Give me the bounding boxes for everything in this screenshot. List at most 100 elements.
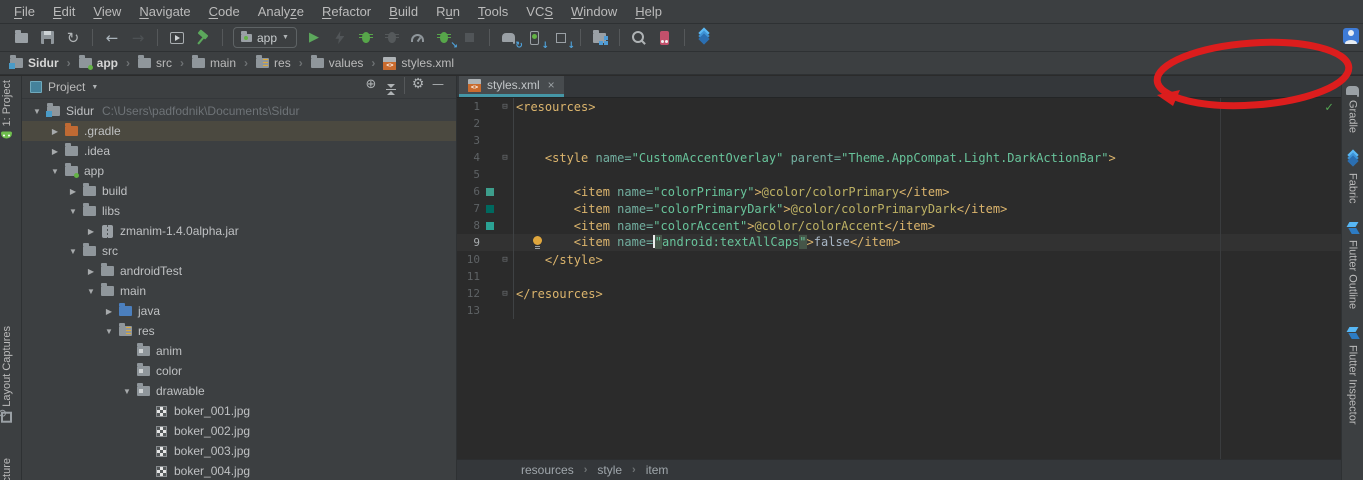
menu-run[interactable]: Run [427,1,469,22]
tool-window-tab-7-structure[interactable]: 7: Structure [1,458,25,480]
chevron-down-icon[interactable]: ▼ [91,84,98,91]
open-button[interactable] [9,27,33,49]
avd-manager-button[interactable]: ↓ [549,27,573,49]
debug-button[interactable] [354,27,378,49]
build-hammer-button[interactable] [191,27,215,49]
breadcrumb-sidur[interactable]: Sidur [10,56,59,70]
code-editor[interactable]: ✓ 1⊟<resources>234⊟ <style name="CustomA… [457,98,1341,459]
sdk-manager-button[interactable]: ↓ [523,27,547,49]
tool-window-tab-gradle[interactable]: Gradle [1346,86,1359,133]
chevron-collapsed-icon[interactable]: ▶ [84,227,98,236]
close-tab-icon[interactable]: × [548,78,555,92]
tool-window-tab-flutter-inspector[interactable]: Flutter Inspector [1347,327,1359,424]
tree-item-boker-003-jpg[interactable]: boker_003.jpg [22,441,456,461]
menu-vcs[interactable]: VCS [517,1,562,22]
project-structure-button[interactable] [588,27,612,49]
tree-item-res[interactable]: ▼res [22,321,456,341]
tree-item--gradle[interactable]: ▶.gradle [22,121,456,141]
tab-styles-xml[interactable]: <> styles.xml × [459,76,564,97]
stop-button[interactable] [458,27,482,49]
chevron-collapsed-icon[interactable]: ▶ [48,127,62,136]
chevron-expanded-icon[interactable]: ▼ [30,107,44,116]
settings-gear-button[interactable]: ⚙ [408,74,428,94]
tree-item-java[interactable]: ▶java [22,301,456,321]
back-button[interactable]: ← [100,27,124,49]
fold-marker-icon[interactable]: ⊟ [497,251,514,268]
menu-tools[interactable]: Tools [469,1,517,22]
tree-item-sidur[interactable]: ▼SidurC:\Users\padfodnik\Documents\Sidur [22,101,456,121]
fabric-button[interactable] [692,27,716,49]
tree-item-anim[interactable]: anim [22,341,456,361]
run-config-window-button[interactable] [165,27,189,49]
tree-item--idea[interactable]: ▶.idea [22,141,456,161]
tree-item-boker-001-jpg[interactable]: boker_001.jpg [22,401,456,421]
avatar-button[interactable] [1343,28,1359,47]
color-swatch[interactable] [483,188,497,196]
menu-refactor[interactable]: Refactor [313,1,380,22]
menu-build[interactable]: Build [380,1,427,22]
menu-help[interactable]: Help [626,1,671,22]
tool-window-tab-1-project[interactable]: 1: Project [1,80,13,138]
chevron-expanded-icon[interactable]: ▼ [102,327,116,336]
color-swatch[interactable] [483,222,497,230]
forward-button[interactable]: → [126,27,150,49]
run-button[interactable]: ▶ [302,27,326,49]
apply-changes-button[interactable] [328,27,352,49]
fold-marker-icon[interactable]: ⊟ [497,149,514,166]
menu-code[interactable]: Code [200,1,249,22]
menu-view[interactable]: View [84,1,130,22]
breadcrumb-res[interactable]: res [256,56,291,70]
breadcrumb-styles-xml[interactable]: <>styles.xml [383,56,454,70]
profiler-button[interactable] [406,27,430,49]
chevron-expanded-icon[interactable]: ▼ [66,247,80,256]
chevron-expanded-icon[interactable]: ▼ [84,287,98,296]
tree-item-androidtest[interactable]: ▶androidTest [22,261,456,281]
chevron-collapsed-icon[interactable]: ▶ [84,267,98,276]
xml-breadcrumb-resources[interactable]: resources [521,463,574,477]
device-manager-button[interactable] [653,27,677,49]
tree-item-build[interactable]: ▶build [22,181,456,201]
tree-item-libs[interactable]: ▼libs [22,201,456,221]
color-swatch[interactable] [483,205,497,213]
tool-window-tab-fabric[interactable]: Fabric [1346,151,1360,204]
chevron-collapsed-icon[interactable]: ▶ [102,307,116,316]
tool-window-tab-layout-captures[interactable]: Layout Captures [1,326,13,423]
fold-marker-icon[interactable]: ⊟ [497,98,514,115]
collapse-all-button[interactable] [381,80,401,100]
save-button[interactable] [35,27,59,49]
locate-button[interactable]: ⊕ [361,75,381,95]
chevron-expanded-icon[interactable]: ▼ [48,167,62,176]
menu-window[interactable]: Window [562,1,626,22]
hide-panel-button[interactable]: — [428,74,448,94]
chevron-collapsed-icon[interactable]: ▶ [48,147,62,156]
menu-file[interactable]: File [5,1,44,22]
tree-item-color[interactable]: color [22,361,456,381]
intention-bulb-icon[interactable] [533,236,542,245]
attach-android-debugger-button[interactable]: ↘ [432,27,456,49]
xml-breadcrumb-item[interactable]: item [646,463,669,477]
menu-analyze[interactable]: Analyze [249,1,313,22]
menu-edit[interactable]: Edit [44,1,84,22]
attach-debugger-button[interactable] [380,27,404,49]
tree-item-main[interactable]: ▼main [22,281,456,301]
chevron-expanded-icon[interactable]: ▼ [120,387,134,396]
gradle-sync-button[interactable]: ↻ [497,27,521,49]
search-everywhere-button[interactable] [627,27,651,49]
breadcrumb-src[interactable]: src [138,56,172,70]
breadcrumb-app[interactable]: app [79,56,118,70]
tree-item-src[interactable]: ▼src [22,241,456,261]
tree-item-boker-004-jpg[interactable]: boker_004.jpg [22,461,456,480]
chevron-expanded-icon[interactable]: ▼ [66,207,80,216]
sync-button[interactable]: ↻ [61,27,85,49]
tree-item-zmanim-1-4-0alpha-jar[interactable]: ▶zmanim-1.4.0alpha.jar [22,221,456,241]
fold-marker-icon[interactable]: ⊟ [497,285,514,302]
tree-item-drawable[interactable]: ▼drawable [22,381,456,401]
tool-window-tab-flutter-outline[interactable]: Flutter Outline [1347,222,1359,309]
menu-navigate[interactable]: Navigate [130,1,199,22]
breadcrumb-main[interactable]: main [192,56,236,70]
breadcrumb-values[interactable]: values [311,56,364,70]
tree-item-boker-002-jpg[interactable]: boker_002.jpg [22,421,456,441]
tree-item-app[interactable]: ▼app [22,161,456,181]
xml-breadcrumb-style[interactable]: style [597,463,622,477]
run-configuration-selector[interactable]: app▼ [233,27,297,48]
